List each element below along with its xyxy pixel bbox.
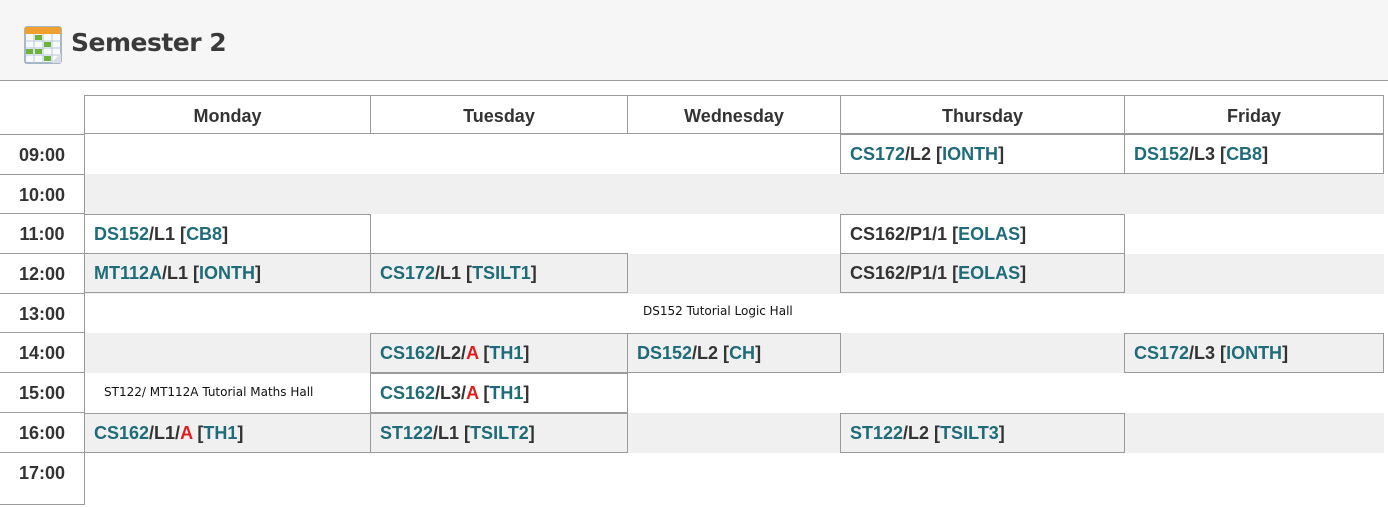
day-header-friday: Friday — [1124, 95, 1384, 134]
tutorial-note: ST122/ MT112A Tutorial Maths Hall — [104, 385, 314, 399]
bracket-text: ] — [1282, 343, 1289, 363]
course-code-link[interactable]: CS172 — [850, 144, 905, 164]
bracket-text: ] — [237, 423, 244, 443]
section-text: /L1 [ — [162, 263, 200, 283]
section-text: [ — [478, 383, 490, 403]
section-text: /L2 [ — [903, 423, 941, 443]
class-cell[interactable]: CS172/L1 [TSILT1] — [370, 253, 628, 293]
class-cell[interactable]: DS152/L3 [CB8] — [1124, 134, 1384, 174]
room-link[interactable]: TSILT2 — [470, 423, 529, 443]
room-link[interactable]: EOLAS — [958, 224, 1020, 244]
time-label: 17:00 — [0, 452, 84, 493]
time-column: 09:00 10:00 11:00 12:00 13:00 14:00 15:0… — [0, 134, 85, 504]
day-header-thursday: Thursday — [840, 95, 1125, 134]
course-code-link[interactable]: CS162 — [94, 423, 149, 443]
day-header-monday: Monday — [84, 95, 371, 134]
room-link[interactable]: IONTH — [199, 263, 255, 283]
course-code-link[interactable]: CS162 — [380, 383, 435, 403]
section-text: /L1 [ — [149, 224, 187, 244]
time-label: 11:00 — [0, 213, 84, 254]
course-code-link[interactable]: CS162 — [380, 343, 435, 363]
room-link[interactable]: CH — [729, 343, 755, 363]
bracket-text: ] — [998, 423, 1005, 443]
section-text: [ — [947, 263, 959, 283]
section-text: /L2/ — [435, 343, 467, 363]
class-cell[interactable]: MT112A/L1 [IONTH] — [84, 253, 371, 293]
course-code-link[interactable]: CS172 — [380, 263, 435, 283]
bracket-text: ] — [755, 343, 762, 363]
section-text: /L3/ — [435, 383, 467, 403]
section-text: /L1/ — [149, 423, 181, 443]
bracket-text: ] — [255, 263, 262, 283]
class-cell[interactable]: CS162/P1/1 [EOLAS] — [840, 214, 1125, 254]
bracket-text: ] — [1020, 263, 1027, 283]
class-cell[interactable]: ST122/L2 [TSILT3] — [840, 413, 1125, 453]
class-cell[interactable]: CS172/L2 [IONTH] — [840, 134, 1125, 174]
bracket-text: ] — [523, 383, 530, 403]
course-code-link[interactable]: DS152 — [637, 343, 692, 363]
alert-flag: A — [180, 423, 193, 443]
time-label: 10:00 — [0, 174, 84, 215]
class-cell[interactable]: CS162/L3/A [TH1] — [370, 373, 628, 413]
calendar-icon — [24, 26, 62, 64]
course-code-link[interactable]: DS152 — [1134, 144, 1189, 164]
time-label: 16:00 — [0, 412, 84, 453]
section-text: /L2 [ — [692, 343, 730, 363]
bracket-text: ] — [523, 343, 530, 363]
alert-flag: A — [466, 343, 479, 363]
time-label: 13:00 — [0, 293, 84, 334]
time-label: 09:00 — [0, 134, 84, 175]
grid-bottom-line — [0, 504, 85, 505]
section-text: [ — [947, 224, 959, 244]
section-text: /L3 [ — [1189, 144, 1227, 164]
page-header: Semester 2 — [0, 0, 1388, 81]
course-code-text: CS162/P1/1 — [850, 224, 948, 244]
time-label: 15:00 — [0, 372, 84, 413]
bracket-text: ] — [530, 263, 537, 283]
time-label: 12:00 — [0, 253, 84, 294]
row-band — [85, 174, 1384, 214]
bracket-text: ] — [998, 144, 1005, 164]
bracket-text: ] — [222, 224, 229, 244]
class-cell[interactable]: ST122/L1 [TSILT2] — [370, 413, 628, 453]
class-cell[interactable]: CS172/L3 [IONTH] — [1124, 333, 1384, 373]
room-link[interactable]: EOLAS — [958, 263, 1020, 283]
section-text: /L2 [ — [905, 144, 943, 164]
alert-flag: A — [466, 383, 479, 403]
course-code-link[interactable]: ST122 — [850, 423, 903, 443]
class-cell[interactable]: DS152/L1 [CB8] — [84, 214, 371, 254]
section-text: [ — [478, 343, 490, 363]
time-label: 14:00 — [0, 332, 84, 373]
room-link[interactable]: CB8 — [1226, 144, 1262, 164]
room-link[interactable]: IONTH — [942, 144, 998, 164]
course-code-link[interactable]: CS172 — [1134, 343, 1189, 363]
room-link[interactable]: TH1 — [489, 343, 523, 363]
day-header-tuesday: Tuesday — [370, 95, 628, 134]
room-link[interactable]: TH1 — [203, 423, 237, 443]
timetable-grid: Monday Tuesday Wednesday Thursday Friday… — [0, 95, 1388, 505]
course-code-link[interactable]: MT112A — [94, 263, 162, 283]
room-link[interactable]: TSILT1 — [472, 263, 531, 283]
section-text: /L1 [ — [433, 423, 471, 443]
class-cell[interactable]: DS152/L2 [CH] — [627, 333, 841, 373]
section-text: /L3 [ — [1189, 343, 1227, 363]
bracket-text: ] — [1262, 144, 1269, 164]
page-title: Semester 2 — [71, 28, 227, 57]
course-code-link[interactable]: ST122 — [380, 423, 433, 443]
course-code-link[interactable]: DS152 — [94, 224, 149, 244]
room-link[interactable]: TH1 — [489, 383, 523, 403]
room-link[interactable]: TSILT3 — [940, 423, 999, 443]
section-text: /L1 [ — [435, 263, 473, 283]
room-link[interactable]: IONTH — [1226, 343, 1282, 363]
bracket-text: ] — [1020, 224, 1027, 244]
class-cell[interactable]: CS162/L1/A [TH1] — [84, 413, 371, 453]
room-link[interactable]: CB8 — [186, 224, 222, 244]
day-header-wednesday: Wednesday — [627, 95, 841, 134]
section-text: [ — [192, 423, 204, 443]
tutorial-note: DS152 Tutorial Logic Hall — [643, 304, 793, 318]
bracket-text: ] — [528, 423, 535, 443]
class-cell[interactable]: CS162/P1/1 [EOLAS] — [840, 253, 1125, 293]
class-cell[interactable]: CS162/L2/A [TH1] — [370, 333, 628, 373]
course-code-text: CS162/P1/1 — [850, 263, 948, 283]
